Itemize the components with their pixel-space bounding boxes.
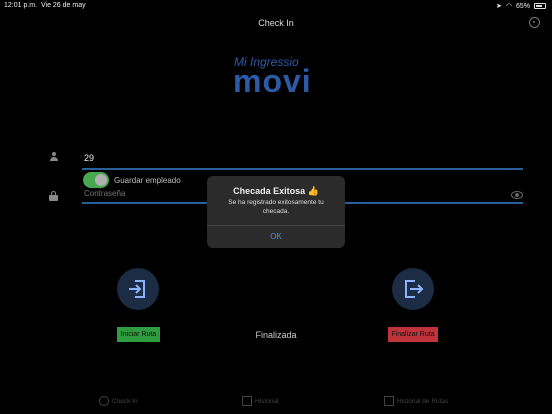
alert-title: Checada Exitosa 👍 — [233, 186, 319, 196]
app-logo: Mi Ingressio movi — [232, 54, 324, 104]
settings-icon[interactable] — [529, 17, 540, 28]
alert-ok-button[interactable]: OK — [207, 226, 345, 248]
calendar-icon — [242, 396, 252, 406]
logo-big-text: movi — [233, 63, 312, 99]
check-out-button[interactable] — [392, 268, 434, 310]
alert-message: Se ha registrado exitosamente tu checada… — [228, 199, 324, 215]
tab-label: Historial — [255, 397, 279, 405]
lock-icon — [49, 191, 58, 201]
tab-label: Historial de Rutas — [397, 397, 449, 405]
save-employee-label: Guardar empleado — [114, 176, 181, 185]
login-icon — [129, 280, 145, 298]
tab-label: Check In — [112, 397, 138, 405]
clock-icon — [99, 396, 109, 406]
battery-icon — [534, 3, 546, 9]
status-right: ➤ ◠ 65% — [496, 2, 546, 10]
end-route-button[interactable]: Finalizar Ruta — [388, 327, 438, 342]
user-icon — [49, 152, 59, 162]
show-password-icon[interactable] — [511, 191, 523, 199]
employee-field-underline — [82, 168, 523, 170]
route-status: Finalizada — [255, 330, 297, 340]
tab-historial[interactable]: Historial — [242, 396, 278, 406]
location-icon: ➤ — [496, 3, 502, 10]
map-icon — [384, 396, 394, 406]
success-alert: Checada Exitosa 👍 Se ha registrado exito… — [207, 176, 345, 248]
tab-check-in[interactable]: Check In — [99, 396, 138, 406]
save-employee-toggle[interactable] — [83, 172, 109, 188]
status-time-date: 12:01 p.m. Vie 26 de may — [4, 2, 86, 9]
tab-historial-rutas[interactable]: Historial de Rutas — [384, 396, 448, 406]
page-title: Check In — [258, 18, 294, 28]
employee-number-field[interactable]: 29 — [84, 153, 94, 163]
logout-icon — [405, 280, 424, 298]
tab-bar: Check In Historial Historial de Rutas — [0, 392, 552, 414]
status-bar: 12:01 p.m. Vie 26 de may ➤ ◠ 65% — [0, 0, 552, 12]
check-in-button[interactable] — [117, 268, 159, 310]
battery-percent: 65% — [515, 2, 530, 10]
wifi-icon: ◠ — [505, 3, 512, 10]
